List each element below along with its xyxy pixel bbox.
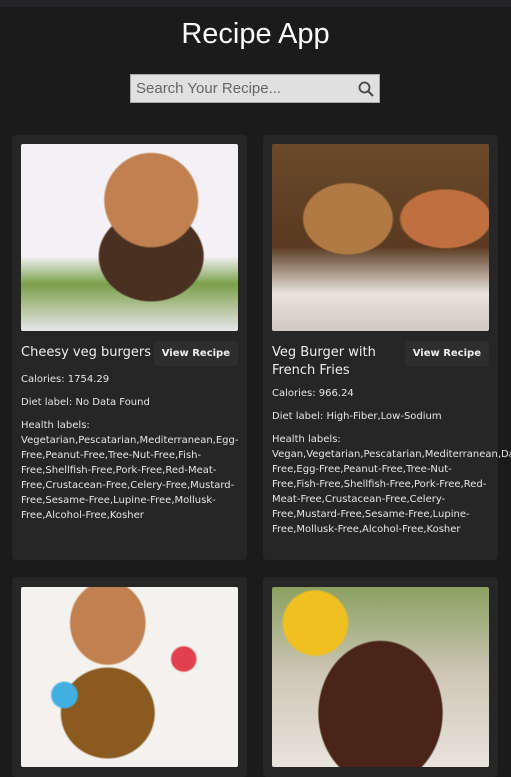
diet-label: Diet label: High-Fiber,Low-Sodium: [272, 411, 442, 422]
search-bar: [130, 74, 380, 103]
recipe-title: Cheesy veg burgers: [21, 345, 151, 360]
recipe-image: [272, 587, 489, 767]
search-button[interactable]: [353, 75, 379, 102]
view-recipe-button[interactable]: View Recipe: [153, 341, 238, 366]
health-labels: Vegan,Vegetarian,Pescatarian,Mediterrane…: [272, 449, 511, 535]
calories: Calories: 1754.29: [21, 374, 110, 385]
health-labels-heading: Health labels:: [21, 420, 90, 431]
recipe-card: Veg Burger with French Fries View Recipe…: [263, 135, 511, 560]
browser-top-bar: [0, 0, 511, 7]
diet-label: Diet label: No Data Found: [21, 397, 150, 408]
search-icon: [358, 81, 374, 97]
health-labels: Vegetarian,Pescatarian,Mediterranean,Egg…: [21, 435, 239, 521]
view-recipe-button[interactable]: View Recipe: [404, 341, 489, 366]
search-input[interactable]: [131, 75, 353, 102]
recipe-title: Veg Burger with French Fries: [272, 345, 376, 378]
calories: Calories: 966.24: [272, 388, 354, 399]
recipe-card: Cheesy veg burgers View Recipe Calories:…: [12, 135, 247, 560]
recipe-image: [272, 144, 489, 331]
recipe-image: [21, 587, 238, 767]
recipe-card: [12, 577, 247, 777]
page-title: Recipe App: [181, 18, 330, 50]
recipe-image: [21, 144, 238, 331]
recipe-card: [263, 577, 498, 777]
health-labels-heading: Health labels:: [272, 434, 341, 445]
